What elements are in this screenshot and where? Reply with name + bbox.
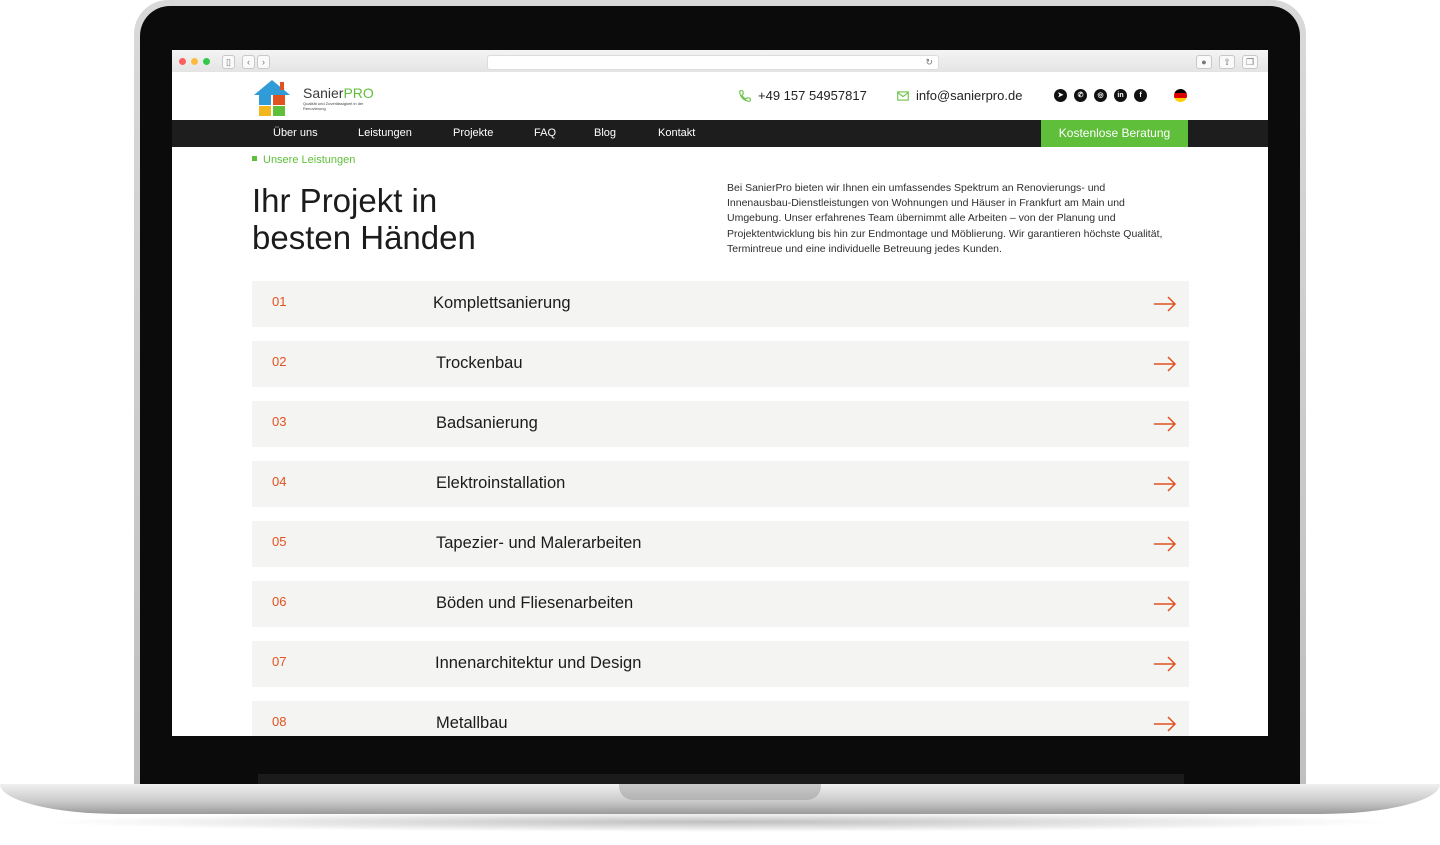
mail-icon (897, 91, 909, 101)
phone-number: +49 157 54957817 (758, 88, 867, 103)
phone-link[interactable]: +49 157 54957817 (738, 88, 867, 103)
service-row-elektroinstallation[interactable]: 04 Elektroinstallation (252, 461, 1189, 507)
nav-item-ueber-uns[interactable]: Über uns (273, 120, 318, 147)
facebook-icon[interactable]: f (1134, 89, 1147, 102)
minimize-window-button[interactable] (191, 58, 198, 65)
service-number: 02 (272, 354, 287, 369)
bullet-icon (252, 156, 257, 161)
email-address: info@sanierpro.de (916, 88, 1023, 103)
arrow-right-icon[interactable] (1153, 716, 1177, 732)
linkedin-icon[interactable]: in (1114, 89, 1127, 102)
service-number: 07 (272, 654, 287, 669)
instagram-icon[interactable]: ◎ (1094, 89, 1107, 102)
download-icon[interactable]: ● (1196, 55, 1212, 69)
arrow-right-icon[interactable] (1153, 536, 1177, 552)
service-row-badsanierung[interactable]: 03 Badsanierung (252, 401, 1189, 447)
main-nav: Über uns Leistungen Projekte FAQ Blog Ko… (172, 120, 1268, 147)
reload-icon[interactable]: ↻ (925, 56, 933, 69)
service-number: 01 (272, 294, 287, 309)
service-row-innenarchitektur[interactable]: 07 Innenarchitektur und Design (252, 641, 1189, 687)
service-title: Metallbau (436, 714, 508, 732)
nav-item-faq[interactable]: FAQ (534, 120, 556, 147)
arrow-right-icon[interactable] (1153, 416, 1177, 432)
share-icon[interactable]: ⇧ (1219, 55, 1235, 69)
address-bar[interactable]: ↻ (487, 55, 939, 70)
arrow-right-icon[interactable] (1153, 296, 1177, 312)
service-number: 03 (272, 414, 287, 429)
logo-icon[interactable] (252, 77, 292, 117)
maximize-window-button[interactable] (203, 58, 210, 65)
service-row-metallbau[interactable]: 08 Metallbau (252, 701, 1189, 736)
service-row-boeden[interactable]: 06 Böden und Fliesenarbeiten (252, 581, 1189, 627)
telegram-icon[interactable]: ➤ (1054, 89, 1067, 102)
intro-text: Bei SanierPro bieten wir Ihnen ein umfas… (727, 182, 1163, 255)
close-window-button[interactable] (179, 58, 186, 65)
service-number: 04 (272, 474, 287, 489)
logo-tagline: Qualität und Zuverlässigkeit in der Reno… (303, 101, 364, 111)
service-title: Tapezier- und Malerarbeiten (436, 534, 642, 552)
forward-icon[interactable]: › (257, 55, 270, 69)
laptop-notch (619, 784, 821, 800)
services-list: 01 Komplettsanierung 02 Trockenbau 03 Ba… (252, 281, 1189, 736)
logo-text[interactable]: SanierPRO (303, 85, 374, 101)
service-row-malerarbeiten[interactable]: 05 Tapezier- und Malerarbeiten (252, 521, 1189, 567)
laptop-hinge (258, 774, 1184, 784)
service-title: Elektroinstallation (436, 474, 566, 492)
german-flag-icon[interactable] (1174, 89, 1187, 102)
arrow-right-icon[interactable] (1153, 656, 1177, 672)
arrow-right-icon[interactable] (1153, 476, 1177, 492)
service-number: 06 (272, 594, 287, 609)
email-link[interactable]: info@sanierpro.de (896, 88, 1022, 103)
service-title: Innenarchitektur und Design (435, 654, 642, 672)
arrow-right-icon[interactable] (1153, 356, 1177, 372)
nav-item-projekte[interactable]: Projekte (453, 120, 493, 147)
breadcrumb: Unsere Leistungen (252, 154, 355, 166)
phone-icon (739, 90, 751, 102)
sidebar-toggle-icon[interactable]: ▯ (222, 55, 235, 69)
breadcrumb-label: Unsere Leistungen (263, 154, 356, 166)
laptop-shadow (40, 812, 1400, 832)
back-icon[interactable]: ‹ (242, 55, 255, 69)
service-title: Trockenbau (436, 354, 523, 372)
screen: ▯ ‹ › ↻ ● ⇧ ❐ SanierPRO Qualität und Zuv… (172, 50, 1268, 736)
arrow-right-icon[interactable] (1153, 596, 1177, 612)
service-row-komplettsanierung[interactable]: 01 Komplettsanierung (252, 281, 1189, 327)
free-consultation-button[interactable]: Kostenlose Beratung (1041, 120, 1188, 147)
service-number: 05 (272, 534, 287, 549)
tabs-icon[interactable]: ❐ (1242, 55, 1258, 69)
site-header: SanierPRO Qualität und Zuverlässigkeit i… (172, 72, 1268, 120)
nav-item-kontakt[interactable]: Kontakt (658, 120, 695, 147)
nav-item-blog[interactable]: Blog (594, 120, 616, 147)
service-number: 08 (272, 714, 287, 729)
service-row-trockenbau[interactable]: 02 Trockenbau (252, 341, 1189, 387)
page-title: Ihr Projekt in besten Händen (252, 182, 476, 256)
nav-item-leistungen[interactable]: Leistungen (358, 120, 412, 147)
whatsapp-icon[interactable]: ✆ (1074, 89, 1087, 102)
service-title: Böden und Fliesenarbeiten (436, 594, 634, 612)
service-title: Badsanierung (436, 414, 538, 432)
browser-toolbar: ▯ ‹ › ↻ ● ⇧ ❐ (172, 50, 1268, 73)
service-title: Komplettsanierung (433, 294, 571, 312)
